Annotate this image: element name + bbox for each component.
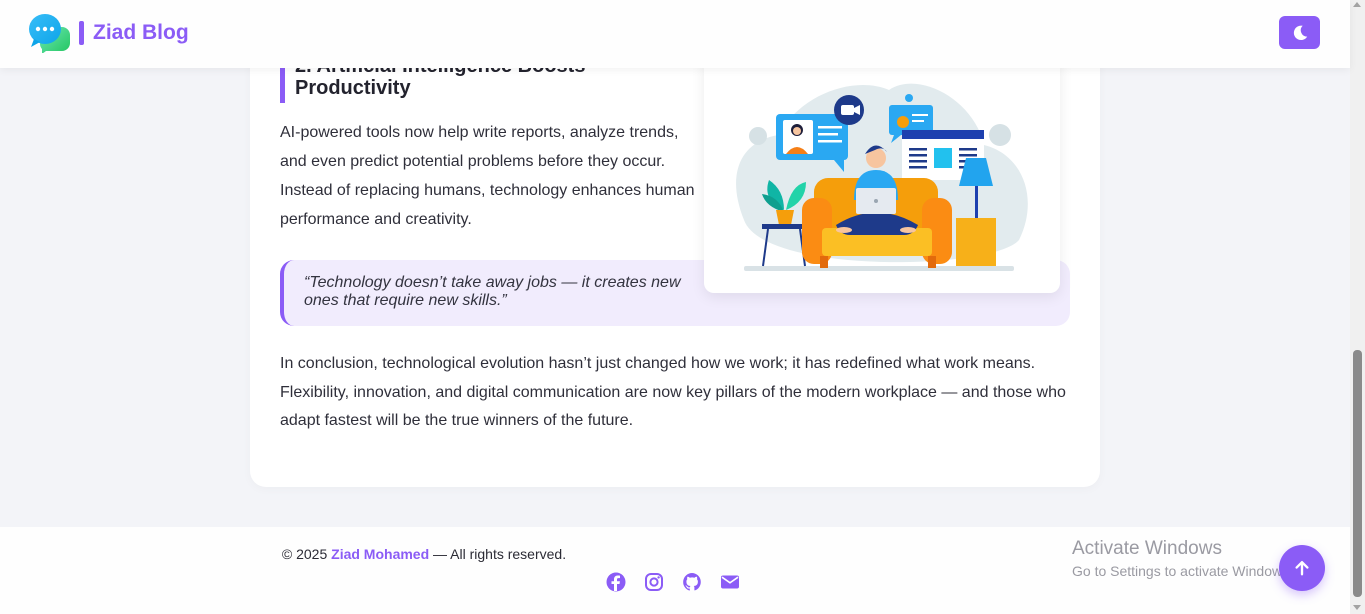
copyright-prefix: © 2025	[281, 546, 328, 562]
person-working-on-laptop-illustration	[704, 50, 1060, 293]
instagram-icon[interactable]	[644, 572, 664, 592]
brand-accent-bar	[79, 21, 84, 45]
moon-icon	[1293, 25, 1307, 40]
facebook-icon[interactable]	[606, 572, 626, 592]
author-link[interactable]: Ziad Mohamed	[331, 546, 429, 562]
watermark-line2: Go to Settings to activate Windows.	[1072, 563, 1293, 579]
scrollbar-thumb[interactable]	[1353, 350, 1362, 597]
watermark-line1: Activate Windows	[1072, 538, 1222, 559]
theme-toggle-button[interactable]	[1279, 16, 1320, 49]
quote-text: “Technology doesn’t take away jobs — it …	[304, 274, 681, 309]
scroll-down-arrow-icon[interactable]	[1353, 605, 1361, 610]
scroll-up-arrow-icon[interactable]	[1353, 2, 1361, 7]
section-title-line2: Productivity	[295, 77, 411, 99]
copyright-text: © 2025 Ziad Mohamed — All rights reserve…	[0, 546, 848, 562]
email-icon[interactable]	[720, 572, 740, 592]
social-links	[606, 572, 740, 592]
copyright-suffix: — All rights reserved.	[433, 546, 567, 562]
site-header: Ziad Blog	[0, 0, 1350, 68]
page-scrollbar[interactable]	[1350, 0, 1365, 614]
paragraph-conclusion: In conclusion, technological evolution h…	[280, 355, 1066, 429]
github-icon[interactable]	[682, 572, 702, 592]
arrow-up-icon	[1295, 560, 1309, 576]
chat-bubbles-icon[interactable]	[28, 13, 70, 53]
activate-windows-watermark: Activate Windows Go to Settings to activ…	[1072, 538, 1293, 581]
brand-name[interactable]: Ziad Blog	[93, 21, 189, 45]
paragraph-ai-tools: AI-powered tools now help write reports,…	[280, 124, 695, 228]
back-to-top-button[interactable]	[1279, 545, 1325, 591]
